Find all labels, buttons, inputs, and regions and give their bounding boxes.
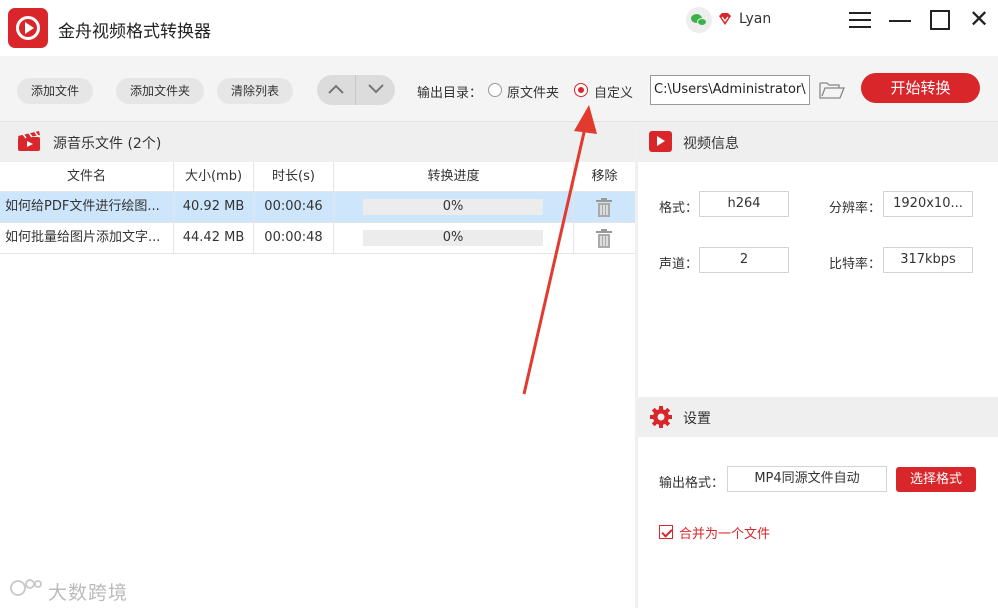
table-row[interactable]: 如何批量给图片添加文字... 44.42 MB 00:00:48 0%: [0, 223, 635, 254]
format-label: 格式：: [659, 201, 699, 216]
radio-custom-folder[interactable]: [574, 83, 588, 97]
watermark-text: 大数跨境: [48, 582, 129, 604]
channel-field: 2: [699, 247, 789, 273]
progress-bar: 0%: [363, 230, 543, 246]
wechat-icon[interactable]: [686, 7, 712, 33]
bitrate-field: 317kbps: [883, 247, 973, 273]
video-info-header: 视频信息: [638, 122, 998, 162]
output-format-label: 输出格式：: [659, 476, 725, 491]
resolution-field: 1920x10...: [883, 191, 973, 217]
settings-title: 设置: [683, 411, 711, 427]
menu-icon[interactable]: [846, 6, 874, 34]
watermark-logo-icon: [8, 576, 44, 600]
user-name[interactable]: Lyan: [739, 11, 771, 27]
start-convert-button[interactable]: 开始转换: [861, 73, 980, 103]
chevron-down-icon: [367, 84, 384, 94]
panel-divider: [635, 122, 638, 608]
col-remove: 移除: [591, 169, 618, 184]
minimize-icon[interactable]: [886, 6, 914, 34]
radio-original-folder[interactable]: [488, 83, 502, 97]
progress-bar: 0%: [363, 199, 543, 215]
trash-icon[interactable]: [596, 198, 612, 217]
progress-text: 0%: [442, 230, 464, 245]
close-icon[interactable]: ✕: [965, 6, 993, 34]
row-size: 40.92 MB: [174, 192, 254, 222]
title-bar: 金舟视频格式转换器 Lyan ✕: [0, 0, 998, 56]
move-up-button[interactable]: [317, 75, 356, 105]
output-dir-label: 输出目录：: [417, 86, 483, 101]
video-info-title: 视频信息: [683, 136, 739, 152]
radio-custom-label[interactable]: 自定义: [594, 82, 633, 101]
app-title: 金舟视频格式转换器: [58, 22, 211, 42]
row-duration: 00:00:48: [254, 223, 334, 253]
chevron-up-icon: [328, 84, 344, 94]
col-filename: 文件名: [0, 162, 174, 192]
reorder-buttons: [317, 75, 395, 105]
file-table: 文件名 大小(mb) 时长(s) 转换进度 移除 如何给PDF文件进行绘图...…: [0, 162, 635, 254]
row-duration: 00:00:46: [254, 192, 334, 222]
merge-label[interactable]: 合并为一个文件: [679, 523, 770, 542]
toolbar: 添加文件 添加文件夹 清除列表 输出目录： 原文件夹 自定义 C:\Users\…: [0, 56, 998, 122]
video-play-icon: [649, 131, 672, 152]
channel-label: 声道：: [659, 257, 699, 272]
col-progress: 转换进度: [334, 162, 574, 192]
add-file-button[interactable]: 添加文件: [17, 78, 94, 104]
gear-icon: [649, 405, 673, 429]
format-field: h264: [699, 191, 789, 217]
resolution-label: 分辨率：: [829, 201, 882, 216]
maximize-icon[interactable]: [926, 6, 954, 34]
vip-icon: [718, 12, 732, 26]
merge-checkbox[interactable]: [659, 525, 673, 539]
row-filename: 如何批量给图片添加文字...: [0, 223, 174, 253]
output-format-field[interactable]: MP4同源文件自动: [727, 466, 887, 492]
row-size: 44.42 MB: [174, 223, 254, 253]
file-list-header: 源音乐文件 (2个): [0, 122, 635, 162]
settings-header: 设置: [638, 397, 998, 437]
trash-icon[interactable]: [596, 229, 612, 248]
row-filename: 如何给PDF文件进行绘图...: [0, 192, 174, 222]
film-icon: [17, 130, 43, 152]
bitrate-label: 比特率：: [829, 257, 882, 272]
move-down-button[interactable]: [356, 75, 395, 105]
folder-open-icon[interactable]: [819, 81, 845, 99]
table-header: 文件名 大小(mb) 时长(s) 转换进度 移除: [0, 162, 635, 192]
file-list-title: 源音乐文件 (2个): [53, 136, 162, 152]
app-logo-icon: [8, 8, 48, 48]
progress-text: 0%: [442, 199, 464, 214]
table-row[interactable]: 如何给PDF文件进行绘图... 40.92 MB 00:00:46 0%: [0, 192, 635, 223]
clear-list-button[interactable]: 清除列表: [217, 78, 294, 104]
choose-format-button[interactable]: 选择格式: [896, 467, 976, 492]
output-path-input[interactable]: C:\Users\Administrator\: [650, 75, 810, 105]
col-size: 大小(mb): [174, 162, 254, 192]
add-folder-button[interactable]: 添加文件夹: [116, 78, 205, 104]
radio-original-label[interactable]: 原文件夹: [507, 82, 559, 101]
col-duration: 时长(s): [254, 162, 334, 192]
app-window: 金舟视频格式转换器 Lyan ✕ 添加文件 添加文件夹 清除列表 输出目录： 原…: [0, 0, 998, 608]
